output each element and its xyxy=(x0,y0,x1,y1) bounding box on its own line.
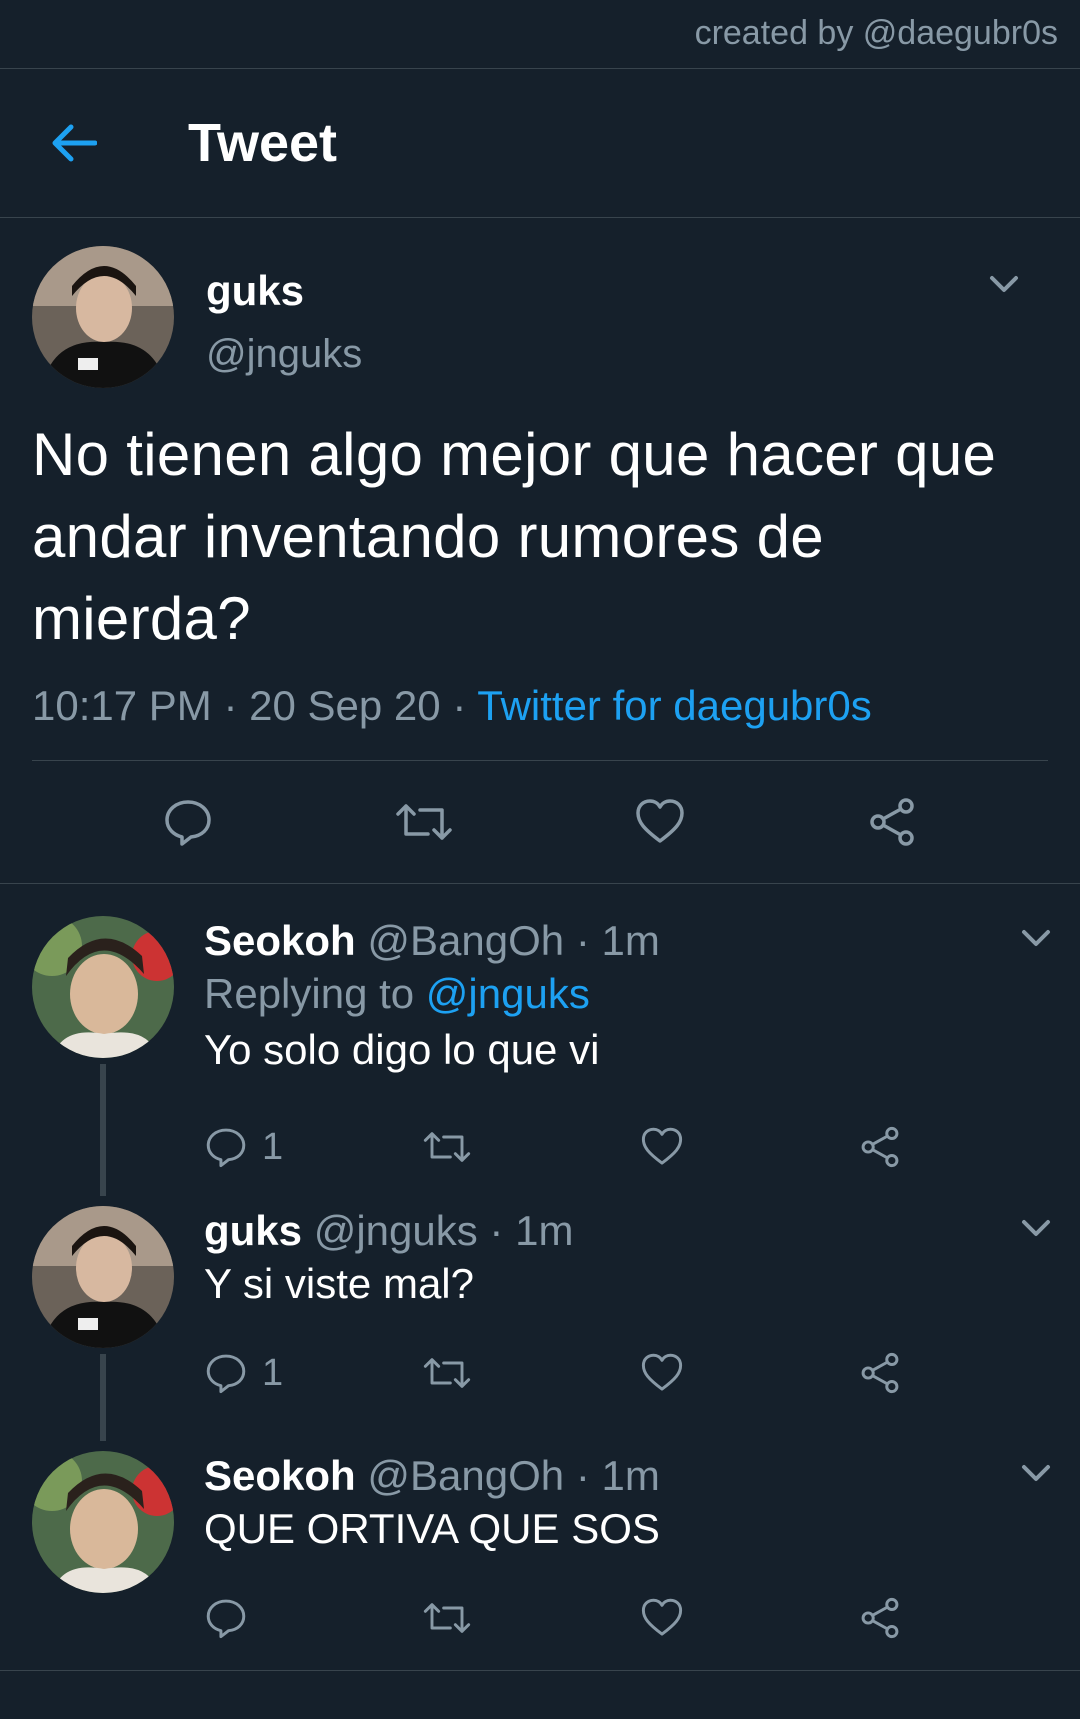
reply-time: 1m xyxy=(601,1452,660,1499)
separator: · xyxy=(452,682,467,729)
reply-button[interactable] xyxy=(162,796,214,848)
reply-author-name[interactable]: Seokoh xyxy=(204,917,356,964)
reply-count: 1 xyxy=(262,1351,284,1394)
share-icon xyxy=(861,1352,899,1394)
retweet-button[interactable] xyxy=(422,1596,640,1640)
reply-actions xyxy=(204,1563,1080,1673)
reply-header: Seokoh @BangOh · 1m xyxy=(204,916,1080,966)
credit-text: created by @daegubr0s xyxy=(694,14,1058,52)
tweet-actions xyxy=(32,761,1048,883)
retweet-button[interactable] xyxy=(394,796,454,848)
avatar[interactable] xyxy=(32,916,174,1058)
avatar-image xyxy=(32,1451,174,1593)
thread-line xyxy=(100,1354,106,1441)
main-tweet: guks @jnguks No tienen algo mejor que ha… xyxy=(0,218,1080,884)
reply-text: Yo solo digo lo que vi xyxy=(204,1026,600,1073)
heart-icon xyxy=(641,1127,683,1165)
comment-icon xyxy=(206,1354,246,1394)
reply-tweet[interactable]: guks @jnguks · 1m Y si viste mal? 1 xyxy=(0,1196,1080,1441)
reply-actions: 1 xyxy=(204,1092,1080,1202)
retweet-button[interactable] xyxy=(422,1351,640,1395)
divider xyxy=(0,1670,1080,1671)
reply-text: QUE ORTIVA QUE SOS xyxy=(204,1505,660,1552)
share-button[interactable] xyxy=(858,1351,902,1395)
reply-button[interactable]: 1 xyxy=(204,1125,422,1169)
tweet-source-link[interactable]: Twitter for daegubr0s xyxy=(477,682,872,729)
reply-button[interactable]: 1 xyxy=(204,1351,422,1395)
chevron-down-icon[interactable] xyxy=(1016,1208,1056,1248)
separator: · xyxy=(575,1452,590,1499)
comment-icon xyxy=(165,800,211,846)
status-bar: created by @daegubr0s xyxy=(0,0,1080,69)
thread-line xyxy=(100,1064,106,1196)
retweet-icon xyxy=(396,804,452,840)
reply-text: Y si viste mal? xyxy=(204,1260,474,1307)
avatar-image xyxy=(32,246,174,388)
replying-to-handle[interactable]: @jnguks xyxy=(426,970,590,1017)
arrow-left-icon xyxy=(52,124,97,162)
replying-label: Replying to xyxy=(204,970,415,1017)
heart-icon xyxy=(641,1598,683,1636)
share-icon xyxy=(861,1597,899,1639)
reply-author-name[interactable]: Seokoh xyxy=(204,1452,356,1499)
like-button[interactable] xyxy=(634,796,686,848)
avatar-image xyxy=(32,916,174,1058)
reply-header: guks @jnguks · 1m xyxy=(204,1206,1080,1256)
like-button[interactable] xyxy=(640,1351,858,1395)
comment-icon xyxy=(206,1128,246,1168)
separator: · xyxy=(489,1207,504,1254)
separator: · xyxy=(223,682,238,729)
heart-icon xyxy=(641,1353,683,1391)
chevron-down-icon[interactable] xyxy=(984,264,1024,304)
retweet-icon xyxy=(423,1358,471,1388)
like-button[interactable] xyxy=(640,1596,858,1640)
app-header: Tweet xyxy=(0,69,1080,218)
share-button[interactable] xyxy=(866,796,918,848)
chevron-down-icon[interactable] xyxy=(1016,918,1056,958)
retweet-button[interactable] xyxy=(422,1125,640,1169)
share-icon xyxy=(861,1126,899,1168)
tweet-date: 20 Sep 20 xyxy=(249,682,441,729)
replying-to: Replying to @jnguks xyxy=(204,966,1080,1022)
retweet-icon xyxy=(423,1132,471,1162)
author-name[interactable]: guks xyxy=(206,264,362,318)
share-icon xyxy=(870,798,914,846)
share-button[interactable] xyxy=(858,1125,902,1169)
reply-tweet[interactable]: Seokoh @BangOh · 1m Replying to @jnguks … xyxy=(0,884,1080,1196)
tweet-meta: 10:17 PM · 20 Sep 20 · Twitter for daegu… xyxy=(32,682,1048,761)
reply-author-handle[interactable]: @BangOh xyxy=(367,1452,564,1499)
page-title: Tweet xyxy=(188,113,338,173)
reply-author-handle[interactable]: @jnguks xyxy=(314,1207,478,1254)
reply-time: 1m xyxy=(601,917,660,964)
chevron-down-icon[interactable] xyxy=(1016,1453,1056,1493)
reply-time: 1m xyxy=(515,1207,574,1254)
tweet-author: guks @jnguks xyxy=(32,218,1048,388)
tweet-text: No tienen algo mejor que hacer que andar… xyxy=(32,421,997,652)
reply-author-name[interactable]: guks xyxy=(204,1207,302,1254)
retweet-icon xyxy=(423,1603,471,1633)
back-button[interactable] xyxy=(44,113,104,173)
reply-author-handle[interactable]: @BangOh xyxy=(367,917,564,964)
reply-tweet[interactable]: Seokoh @BangOh · 1m QUE ORTIVA QUE SOS xyxy=(0,1441,1080,1671)
separator: · xyxy=(575,917,590,964)
avatar[interactable] xyxy=(32,246,174,388)
avatar[interactable] xyxy=(32,1206,174,1348)
reply-button[interactable] xyxy=(204,1596,422,1640)
reply-actions: 1 xyxy=(204,1318,1080,1428)
avatar-image xyxy=(32,1206,174,1348)
tweet-time: 10:17 PM xyxy=(32,682,212,729)
heart-icon xyxy=(636,799,684,843)
author-handle[interactable]: @jnguks xyxy=(206,326,362,382)
reply-count: 1 xyxy=(262,1125,284,1168)
avatar[interactable] xyxy=(32,1451,174,1593)
share-button[interactable] xyxy=(858,1596,902,1640)
reply-header: Seokoh @BangOh · 1m xyxy=(204,1451,1080,1501)
comment-icon xyxy=(206,1599,246,1639)
like-button[interactable] xyxy=(640,1125,858,1169)
